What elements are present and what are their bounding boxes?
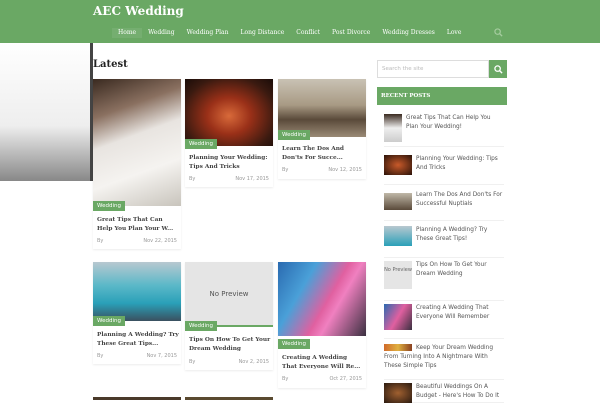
recent-post-thumb[interactable]: No Preview [384,261,412,289]
post-date: Nov 7, 2015 [146,353,177,359]
recent-post-title[interactable]: Planning Your Wedding: Tips And Tricks [416,156,498,171]
recent-post-item[interactable]: Creating A Wedding That Everyone Will Re… [384,304,504,339]
post-card[interactable]: Wedding Creating A Wedding That Everyone… [278,262,366,388]
post-meta: By Nov 7, 2015 [97,353,177,359]
recent-post-item[interactable]: Learn The Dos And Don'ts For Successful … [384,191,504,221]
category-tag[interactable]: Wedding [185,139,217,149]
post-date: Nov 17, 2015 [235,176,269,182]
post-title[interactable]: Creating A Wedding That Everyone Will Re… [282,354,364,372]
author: By [189,359,196,365]
recent-post-thumb[interactable] [384,226,412,246]
author: By [282,167,289,173]
post-title[interactable]: Tips On How To Get Your Dream Wedding [189,336,271,354]
nav-long-distance[interactable]: Long Distance [234,28,290,38]
recent-post-item[interactable]: Great Tips That Can Help You Plan Your W… [384,114,504,147]
nav-post-divorce[interactable]: Post Divorce [326,28,376,38]
recent-post-item[interactable]: Planning A Wedding? Try These Great Tips… [384,226,504,258]
category-tag[interactable]: Wedding [93,201,125,211]
site-header: AEC Wedding Home Wedding Wedding Plan Lo… [0,0,600,43]
recent-post-title[interactable]: Great Tips That Can Help You Plan Your W… [406,115,491,130]
recent-post-title[interactable]: Creating A Wedding That Everyone Will Re… [416,305,489,320]
category-tag[interactable]: Wedding [93,316,125,326]
recent-post-thumb[interactable] [384,304,412,330]
post-meta: By Nov 12, 2015 [282,167,362,173]
post-date: Nov 2, 2015 [238,359,269,365]
post-thumbnail[interactable] [93,262,181,321]
category-tag[interactable]: Wedding [278,339,310,349]
side-shadow [0,43,93,181]
no-preview-thumbnail[interactable]: No Preview [185,262,273,327]
post-card[interactable]: Wedding Planning A Wedding? Try These Gr… [93,262,181,364]
recent-post-thumb[interactable] [384,344,412,351]
nav-love[interactable]: Love [441,28,468,38]
author: By [189,176,196,182]
recent-posts-heading: RECENT POSTS [377,87,507,105]
post-meta: By Nov 17, 2015 [189,176,269,182]
post-thumbnail[interactable] [185,79,273,146]
post-title[interactable]: Planning Your Wedding: Tips And Tricks [189,154,271,172]
nav-conflict[interactable]: Conflict [290,28,326,38]
recent-post-item[interactable]: No Preview Tips On How To Get Your Dream … [384,261,504,301]
post-card[interactable]: Wedding Learn The Dos And Don'ts For Suc… [278,79,366,179]
post-card[interactable]: Wedding Great Tips That Can Help You Pla… [93,79,181,249]
recent-post-thumb[interactable] [384,383,412,403]
post-meta: By Nov 22, 2015 [97,238,177,244]
sidebar-search-input[interactable]: Search the site [377,60,489,78]
nav-home[interactable]: Home [112,28,143,38]
recent-post-item[interactable]: Keep Your Dream Wedding From Turning Int… [384,344,504,380]
search-icon [493,64,503,74]
sidebar-search-button[interactable] [489,60,507,78]
search-icon[interactable] [494,28,503,37]
recent-post-thumb[interactable] [384,114,402,142]
nav-wedding-dresses[interactable]: Wedding Dresses [376,28,440,38]
recent-post-thumb[interactable] [384,193,412,210]
nav-wedding[interactable]: Wedding [142,28,181,38]
post-card[interactable]: Wedding Planning Your Wedding: Tips And … [185,79,273,187]
author: By [97,238,104,244]
recent-post-title[interactable]: Tips On How To Get Your Dream Wedding [416,262,487,277]
recent-post-item[interactable]: Beautiful Weddings On A Budget - Here's … [384,383,504,403]
recent-post-title[interactable]: Planning A Wedding? Try These Great Tips… [416,227,487,242]
nav-wedding-plan[interactable]: Wedding Plan [181,28,235,38]
post-thumbnail[interactable] [278,79,366,137]
recent-post-thumb[interactable] [384,155,412,175]
post-thumbnail[interactable] [93,79,181,206]
category-tag[interactable]: Wedding [185,321,217,331]
post-title[interactable]: Planning A Wedding? Try These Great Tips… [97,331,179,349]
post-date: Nov 22, 2015 [143,238,177,244]
recent-post-item[interactable]: Planning Your Wedding: Tips And Tricks [384,155,504,185]
post-title[interactable]: Learn The Dos And Don'ts For Succe... [282,145,364,163]
main-nav: Home Wedding Wedding Plan Long Distance … [112,28,467,38]
recent-post-title[interactable]: Learn The Dos And Don'ts For Successful … [416,192,502,207]
post-meta: By Oct 27, 2015 [282,376,362,382]
author: By [282,376,289,382]
category-tag[interactable]: Wedding [278,130,310,140]
post-meta: By Nov 2, 2015 [189,359,269,365]
author: By [97,353,104,359]
post-date: Oct 27, 2015 [329,376,363,382]
recent-post-title[interactable]: Beautiful Weddings On A Budget - Here's … [416,384,499,399]
site-title[interactable]: AEC Wedding [93,4,184,18]
section-heading: Latest [93,59,128,70]
post-title[interactable]: Great Tips That Can Help You Plan Your W… [97,216,179,234]
post-card[interactable]: No Preview Wedding Tips On How To Get Yo… [185,262,273,370]
post-thumbnail[interactable] [278,262,366,336]
post-date: Nov 12, 2015 [328,167,362,173]
